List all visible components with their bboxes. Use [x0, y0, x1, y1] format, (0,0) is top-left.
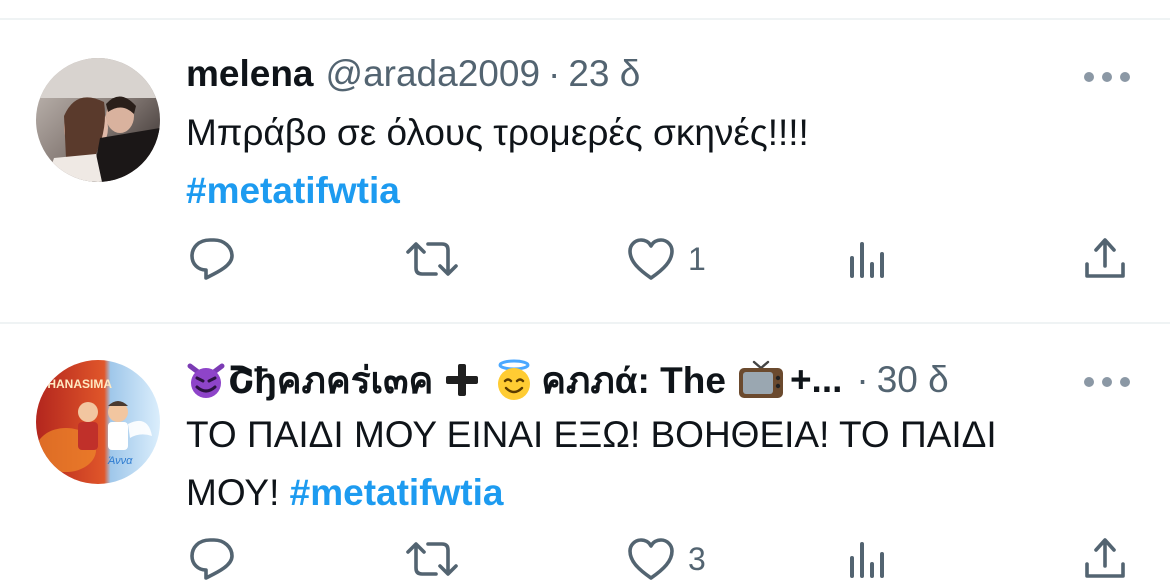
- tweet-text-line: Μπράβο σε όλους τρομερές σκηνές!!!!: [186, 112, 809, 153]
- retweet-button[interactable]: [404, 234, 460, 284]
- avatar-name-text: Άννα: [107, 455, 133, 467]
- avatar-title-text: THANASIMA: [40, 377, 112, 391]
- reply-button[interactable]: [188, 534, 236, 584]
- views-button[interactable]: [848, 234, 888, 284]
- separator-dot: ·: [856, 359, 869, 400]
- timestamp[interactable]: 30 δ: [877, 359, 949, 401]
- tweet-text-line: ΤΟ ΠΑΙΔΙ ΜΟΥ ΕΙΝΑΙ ΕΞΩ! ΒΟΗΘΕΙΑ! ΤΟ ΠΑΙΔ…: [186, 414, 997, 455]
- share-icon: [1085, 538, 1125, 578]
- like-icon: [628, 238, 674, 280]
- timestamp[interactable]: 23 δ: [568, 53, 640, 95]
- display-name-part1[interactable]: Շђคภคร่เ๓ค: [228, 351, 433, 410]
- reply-icon: [190, 538, 234, 580]
- views-button[interactable]: [848, 534, 888, 584]
- hashtag-link[interactable]: #metatifwtia: [186, 162, 809, 220]
- avatar[interactable]: THANASIMA Άννα: [36, 360, 160, 484]
- views-icon: [850, 542, 884, 578]
- hashtag-link[interactable]: #metatifwtia: [290, 472, 504, 513]
- views-icon: [850, 242, 884, 278]
- more-icon[interactable]: [1084, 372, 1130, 392]
- more-icon[interactable]: [1084, 67, 1130, 87]
- tv-emoji: [738, 360, 783, 398]
- display-name[interactable]: melena: [186, 53, 314, 95]
- share-button[interactable]: [1082, 534, 1128, 584]
- user-handle[interactable]: @arada2009: [326, 53, 541, 95]
- like-count: 1: [688, 240, 706, 277]
- action-bar: 1: [0, 234, 1170, 284]
- action-bar: 3: [0, 534, 1170, 584]
- tweet-text: ΤΟ ΠΑΙΔΙ ΜΟΥ ΕΙΝΑΙ ΕΞΩ! ΒΟΗΘΕΙΑ! ΤΟ ΠΑΙΔ…: [186, 406, 997, 522]
- tweet-1[interactable]: melena @arada2009 · 23 δ Μπράβο σε όλους…: [0, 0, 1170, 322]
- tweet-text-line-2: ΜΟΥ! #metatifwtia: [186, 464, 997, 522]
- retweet-button[interactable]: [404, 534, 460, 584]
- share-button[interactable]: [1082, 234, 1128, 284]
- display-name-part2[interactable]: คภภά: The: [541, 351, 726, 410]
- retweet-icon: [406, 542, 458, 576]
- plus-emoji: [446, 364, 479, 396]
- tweet-header: Շђคภคร่เ๓ค คภภά: The +... · 30 δ: [186, 354, 949, 406]
- avatar[interactable]: [36, 58, 160, 182]
- separator-dot: ·: [548, 53, 561, 94]
- reply-icon: [190, 238, 234, 280]
- like-button[interactable]: 1: [626, 234, 706, 284]
- tweet-2[interactable]: THANASIMA Άννα Շђคภคร่เ๓ค คภภά: The +...…: [0, 324, 1170, 580]
- tweet-header: melena @arada2009 · 23 δ: [186, 48, 640, 100]
- tweet-text: Μπράβο σε όλους τρομερές σκηνές!!!! #met…: [186, 104, 809, 220]
- reply-button[interactable]: [188, 234, 236, 284]
- tweet-text-continuation: ΜΟΥ!: [186, 472, 280, 513]
- like-icon: [628, 538, 674, 580]
- avatar-photo: [36, 58, 160, 182]
- share-icon: [1085, 238, 1125, 278]
- devil-emoji: [187, 363, 225, 398]
- angel-emoji: [498, 359, 531, 400]
- like-button[interactable]: 3: [626, 534, 706, 584]
- retweet-icon: [406, 242, 458, 276]
- avatar-photo: THANASIMA Άννα: [36, 360, 160, 484]
- display-name-ellipsis[interactable]: +...: [790, 359, 842, 401]
